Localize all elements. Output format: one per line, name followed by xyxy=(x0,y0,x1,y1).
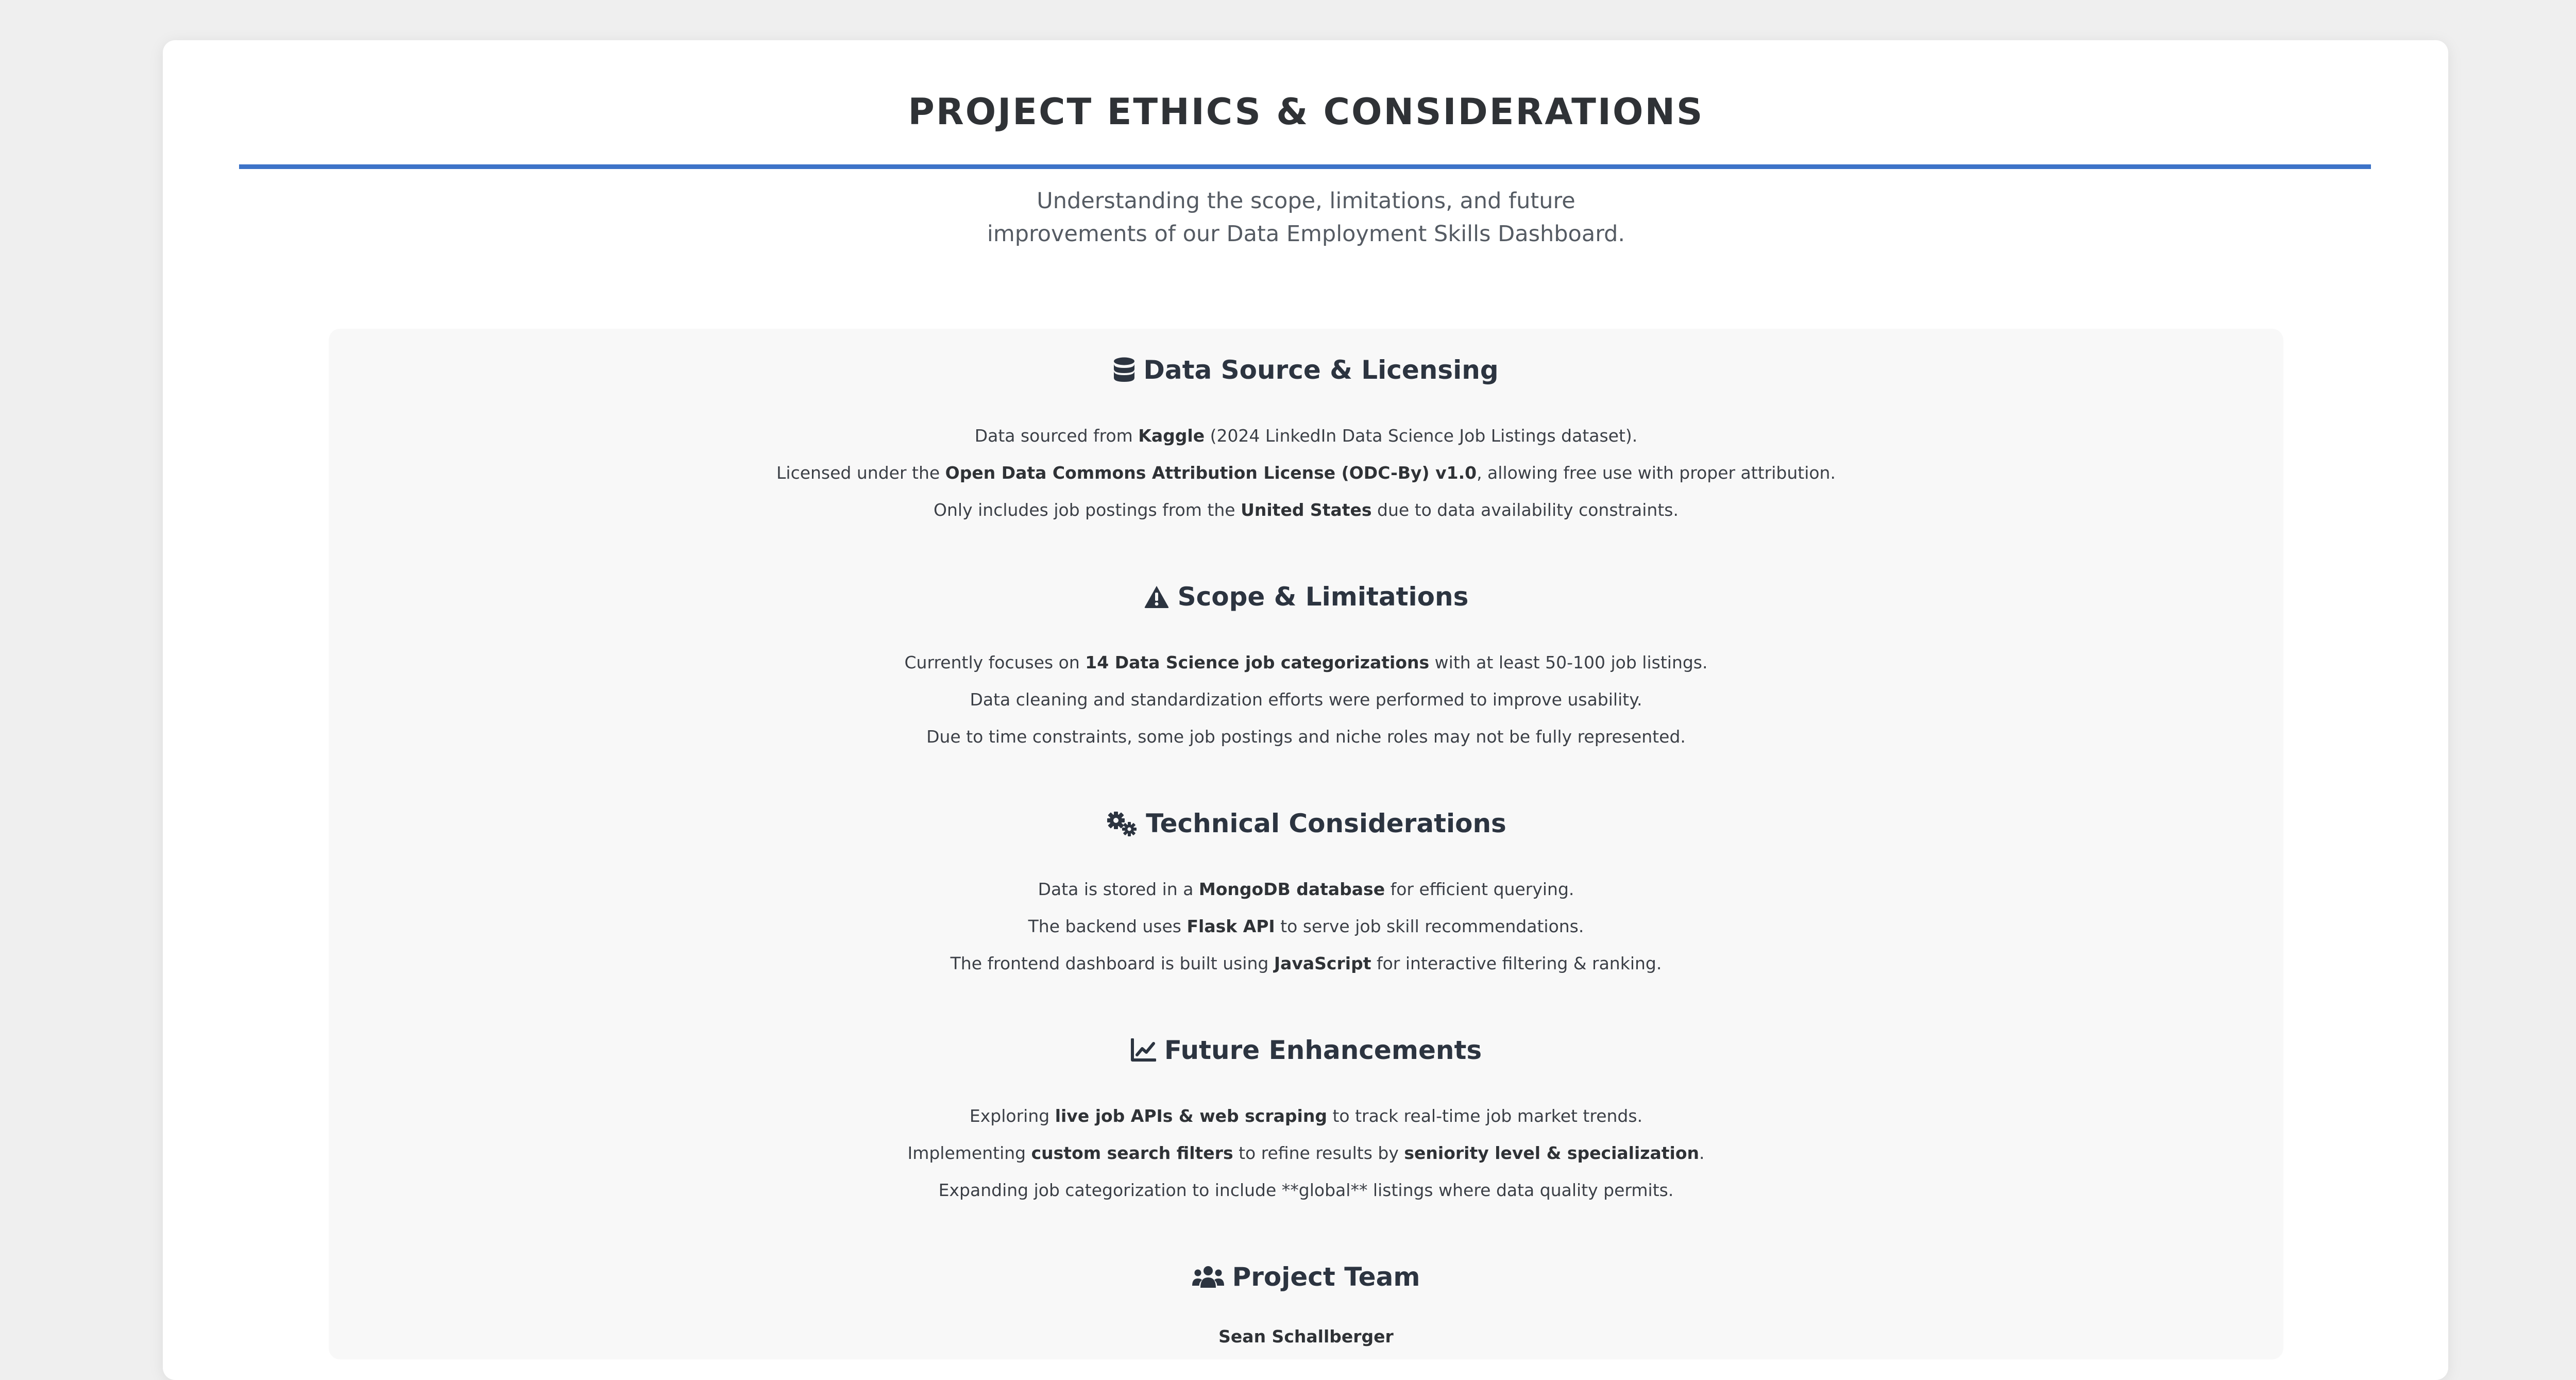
section-lines: Data sourced from Kaggle (2024 LinkedIn … xyxy=(0,417,2576,529)
emphasis-text: United States xyxy=(1241,500,1372,520)
section-line-3: Only includes job postings from the Unit… xyxy=(0,492,2576,529)
line-text: Data cleaning and standardization effort… xyxy=(970,689,1642,710)
section-lines: Sean Schallberger xyxy=(0,1318,2576,1355)
line-text: , allowing free use with proper attribut… xyxy=(1477,463,1836,483)
emphasis-text: Flask API xyxy=(1187,916,1275,936)
section-lines: Currently focuses on 14 Data Science job… xyxy=(0,644,2576,755)
section-title: Technical Considerations xyxy=(1146,809,1506,838)
line-text: Exploring xyxy=(969,1106,1055,1126)
section-lines: Data is stored in a MongoDB database for… xyxy=(0,871,2576,982)
emphasis-text: seniority level & specialization xyxy=(1404,1143,1700,1163)
section-line-1: Exploring live job APIs & web scraping t… xyxy=(0,1098,2576,1135)
line-text: Only includes job postings from the xyxy=(934,500,1241,520)
section-line-1: Data sourced from Kaggle (2024 LinkedIn … xyxy=(0,417,2576,455)
line-text: Currently focuses on xyxy=(904,652,1086,672)
section-line-2: The backend uses Flask API to serve job … xyxy=(0,908,2576,945)
line-text: The backend uses xyxy=(1028,916,1187,936)
line-text: Expanding job categorization to include … xyxy=(938,1180,1674,1200)
title-divider xyxy=(239,164,2371,169)
line-text: Data is stored in a xyxy=(1038,879,1199,899)
section-scope: Scope & Limitations Currently focuses on… xyxy=(0,578,2576,755)
line-text: due to data availability constraints. xyxy=(1371,500,1679,520)
section-line-3: The frontend dashboard is built using Ja… xyxy=(0,945,2576,982)
subtitle-line-1: Understanding the scope, limitations, an… xyxy=(1037,188,1575,214)
emphasis-text: MongoDB database xyxy=(1198,879,1385,899)
section-title: Data Source & Licensing xyxy=(1143,355,1499,385)
line-text: Data sourced from xyxy=(974,426,1139,446)
line-text: for interactive filtering & ranking. xyxy=(1371,953,1662,973)
subtitle-line-2: improvements of our Data Employment Skil… xyxy=(987,221,1625,247)
section-line-3: Due to time constraints, some job postin… xyxy=(0,718,2576,755)
line-text: to track real-time job market trends. xyxy=(1327,1106,1643,1126)
line-text: The frontend dashboard is built using xyxy=(950,953,1274,973)
section-data-source: Data Source & Licensing Data sourced fro… xyxy=(0,351,2576,529)
section-line-1: Sean Schallberger xyxy=(0,1318,2576,1355)
gears-icon xyxy=(1106,811,1138,836)
line-text: . xyxy=(1699,1143,1705,1163)
section-line-2: Implementing custom search filters to re… xyxy=(0,1135,2576,1172)
emphasis-text: Open Data Commons Attribution License (O… xyxy=(945,463,1477,483)
emphasis-text: live job APIs & web scraping xyxy=(1055,1106,1327,1126)
section-line-3: Expanding job categorization to include … xyxy=(0,1172,2576,1209)
emphasis-text: Sean Schallberger xyxy=(1218,1326,1394,1347)
line-text: with at least 50-100 job listings. xyxy=(1429,652,1708,672)
section-heading: Scope & Limitations xyxy=(0,578,2576,615)
emphasis-text: JavaScript xyxy=(1274,953,1371,973)
database-icon xyxy=(1113,357,1135,383)
line-text: Due to time constraints, some job postin… xyxy=(926,727,1686,747)
page-subtitle: Understanding the scope, limitations, an… xyxy=(0,184,2576,250)
line-text: to refine results by xyxy=(1233,1143,1404,1163)
line-text: to serve job skill recommendations. xyxy=(1275,916,1584,936)
users-icon xyxy=(1192,1265,1224,1289)
page-title: PROJECT ETHICS & CONSIDERATIONS xyxy=(908,91,1704,133)
chart-line-icon xyxy=(1130,1038,1156,1062)
section-line-2: Data cleaning and standardization effort… xyxy=(0,681,2576,718)
section-heading: Data Source & Licensing xyxy=(0,351,2576,389)
line-text: Implementing xyxy=(907,1143,1031,1163)
section-technical: Technical Considerations Data is stored … xyxy=(0,805,2576,982)
line-text: Licensed under the xyxy=(776,463,945,483)
emphasis-text: Kaggle xyxy=(1138,426,1205,446)
section-title: Scope & Limitations xyxy=(1177,582,1469,612)
section-heading: Future Enhancements xyxy=(0,1032,2576,1069)
line-text: (2024 LinkedIn Data Science Job Listings… xyxy=(1205,426,1638,446)
line-text: for efficient querying. xyxy=(1385,879,1574,899)
section-title: Future Enhancements xyxy=(1164,1035,1482,1065)
section-team: Project Team Sean Schallberger xyxy=(0,1258,2576,1355)
section-heading: Project Team xyxy=(0,1258,2576,1295)
section-heading: Technical Considerations xyxy=(0,805,2576,842)
section-line-1: Currently focuses on 14 Data Science job… xyxy=(0,644,2576,681)
section-line-2: Licensed under the Open Data Commons Att… xyxy=(0,455,2576,492)
emphasis-text: 14 Data Science job categorizations xyxy=(1085,652,1430,672)
warning-icon xyxy=(1144,585,1170,609)
section-title: Project Team xyxy=(1232,1262,1420,1292)
section-lines: Exploring live job APIs & web scraping t… xyxy=(0,1098,2576,1209)
section-future: Future Enhancements Exploring live job A… xyxy=(0,1032,2576,1209)
section-line-1: Data is stored in a MongoDB database for… xyxy=(0,871,2576,908)
emphasis-text: custom search filters xyxy=(1031,1143,1233,1163)
